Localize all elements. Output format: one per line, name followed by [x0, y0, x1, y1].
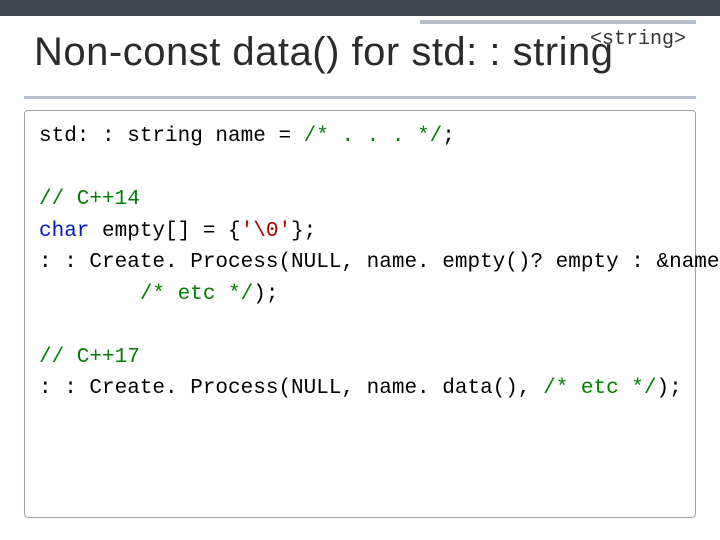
slide-title: Non-const data() for std: : string [34, 30, 613, 75]
decl-post: ; [442, 125, 455, 148]
title-rule [24, 96, 696, 99]
cpp14-l1-end: }; [291, 220, 316, 243]
cpp14-comment: // C++14 [39, 188, 140, 211]
decl-pre: std: : string name = [39, 125, 304, 148]
code-block: std: : string name = /* . . . */; // C++… [39, 121, 681, 405]
cpp17-l1-pre: : : Create. Process(NULL, name. data(), [39, 377, 543, 400]
cpp17-l1-post: ); [657, 377, 682, 400]
cpp17-l1-cm: /* etc */ [543, 377, 656, 400]
code-box: std: : string name = /* . . . */; // C++… [24, 110, 696, 518]
cpp14-l3-post: ); [253, 283, 278, 306]
cpp14-l1-mid: empty[] = { [89, 220, 240, 243]
cpp14-kw: char [39, 220, 89, 243]
cpp14-l3-pre [39, 283, 140, 306]
cpp17-comment: // C++17 [39, 346, 140, 369]
decl-comment: /* . . . */ [304, 125, 443, 148]
cpp14-l2: : : Create. Process(NULL, name. empty()?… [39, 251, 720, 274]
tag-rule [420, 20, 696, 24]
cpp14-l1-str: '\0' [241, 220, 291, 243]
slide: <string> Non-const data() for std: : str… [0, 0, 720, 540]
cpp14-l3-cm: /* etc */ [140, 283, 253, 306]
top-bar [0, 0, 720, 16]
